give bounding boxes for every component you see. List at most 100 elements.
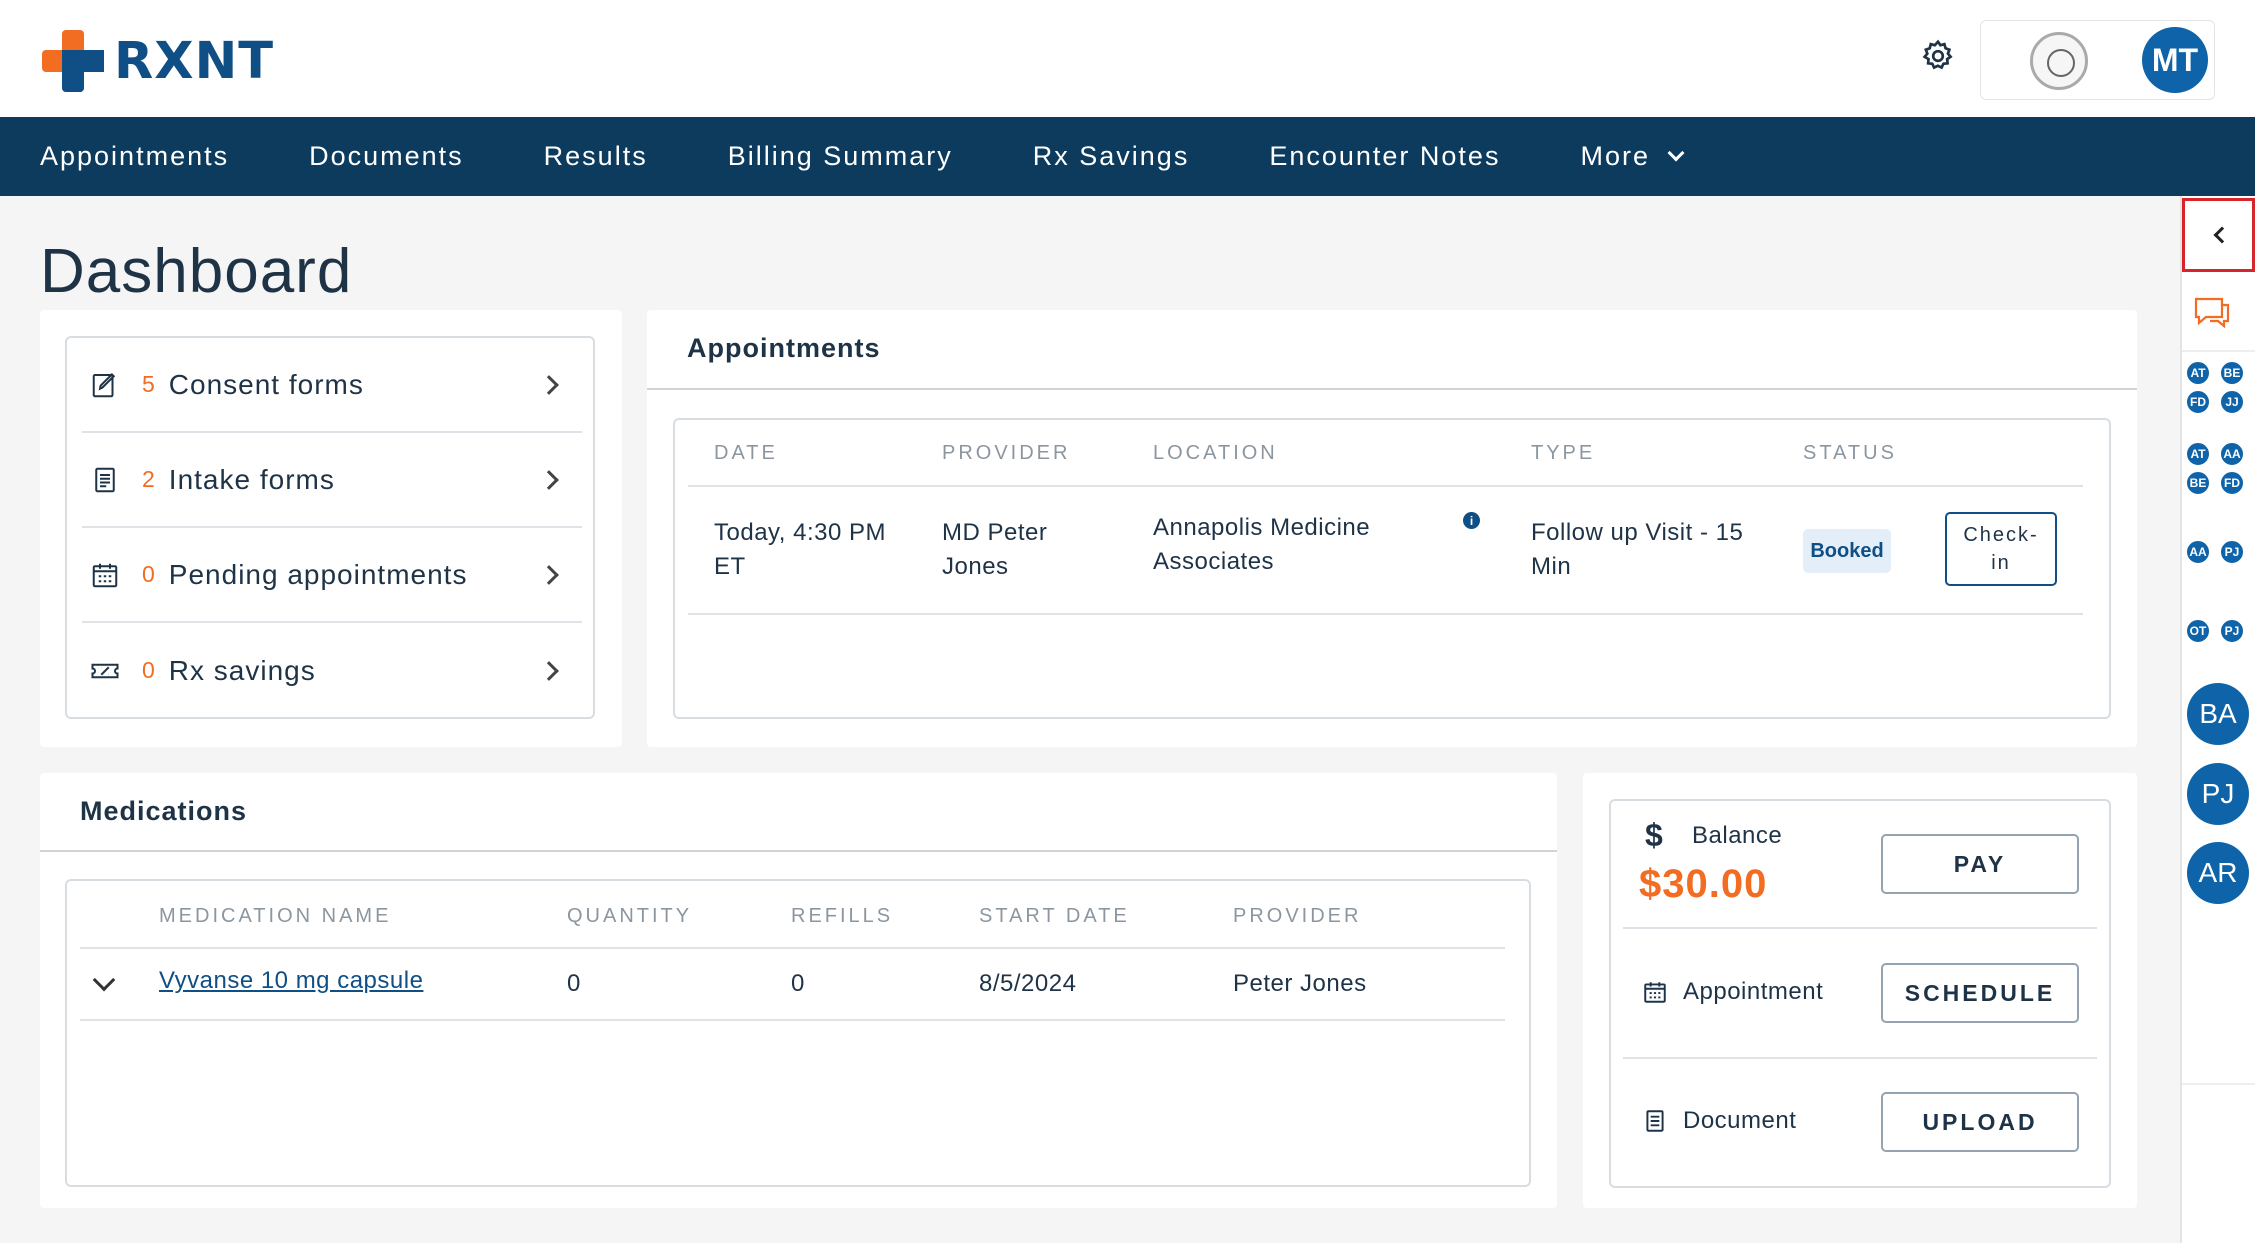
nav-results[interactable]: Results (544, 141, 648, 172)
balance-value: $30.00 (1639, 862, 1768, 906)
pending-appointments-label: Pending appointments (168, 558, 468, 590)
settings-gear-icon[interactable] (1920, 38, 1956, 74)
intake-forms-count: 2 (142, 466, 155, 492)
appointment-type-line2: Min (1531, 553, 1572, 580)
chevron-right-icon (539, 469, 559, 490)
contact-avatar-ba[interactable]: BA (2187, 683, 2249, 745)
appointment-location-line2: Associates (1153, 548, 1275, 575)
quick-links-list: 5 Consent forms 2 Intake forms 0 Pending… (65, 336, 595, 719)
dollar-icon: $ (1645, 817, 1663, 853)
appointment-date-line1: Today, 4:30 PM (714, 519, 886, 546)
pending-appointments-count: 0 (142, 561, 155, 587)
schedule-button[interactable]: SCHEDULE (1881, 963, 2079, 1023)
actions-divider (1623, 1057, 2097, 1059)
appointment-location-line1: Annapolis Medicine (1153, 514, 1371, 541)
medications-title: Medications (80, 796, 248, 826)
quick-link-pending-appointments[interactable]: 0 Pending appointments (82, 528, 582, 623)
appointment-provider-line2: Jones (942, 553, 1009, 580)
collapse-sidebar-button[interactable] (2182, 198, 2255, 272)
contact-avatar-ar[interactable]: AR (2187, 842, 2249, 904)
nav-rx-savings[interactable]: Rx Savings (1033, 141, 1190, 172)
consent-form-icon (92, 372, 116, 397)
check-in-label-line1: Check- (1963, 524, 2039, 546)
group2-avatar-4[interactable]: FD (2219, 470, 2245, 496)
page-title: Dashboard (40, 237, 353, 306)
medication-name-link[interactable]: Vyvanse 10 mg capsule (159, 967, 423, 995)
rx-savings-label: Rx savings (168, 654, 316, 686)
column-header-status: STATUS (1803, 442, 1897, 464)
appointment-type: Follow up Visit - 15 Min (1531, 516, 1743, 584)
nav-documents[interactable]: Documents (309, 141, 464, 172)
quick-link-consent-forms[interactable]: 5 Consent forms (82, 338, 582, 433)
status-badge: Booked (1803, 529, 1891, 573)
chevron-right-icon (539, 374, 559, 395)
contact-avatar-pj[interactable]: PJ (2187, 763, 2249, 825)
actions-divider (1623, 927, 2097, 929)
practice-seal-logo (2030, 32, 2088, 90)
group4-avatar-1[interactable]: OT (2185, 618, 2211, 644)
table-divider (80, 947, 1505, 949)
nav-billing-summary[interactable]: Billing Summary (728, 141, 953, 172)
appointment-provider-line1: MD Peter (942, 519, 1048, 546)
column-header-provider: PROVIDER (942, 442, 1071, 464)
group2-avatar-2[interactable]: AA (2219, 441, 2245, 467)
intake-form-icon (95, 467, 115, 492)
group1-avatar-4[interactable]: JJ (2219, 389, 2245, 415)
group3-avatar-1[interactable]: AA (2185, 539, 2211, 565)
user-avatar[interactable]: MT (2142, 27, 2208, 93)
chevron-down-icon (1667, 144, 1685, 161)
group3-avatar-2[interactable]: PJ (2219, 539, 2245, 565)
rx-savings-count: 0 (142, 657, 155, 683)
table-divider (688, 485, 2083, 487)
nav-encounter-notes[interactable]: Encounter Notes (1269, 141, 1500, 172)
medications-divider (40, 850, 1557, 852)
group1-avatar-1[interactable]: AT (2185, 360, 2211, 386)
medication-provider: Peter Jones (1233, 970, 1367, 997)
appointment-provider: MD Peter Jones (942, 516, 1047, 584)
consent-forms-label: Consent forms (168, 368, 364, 400)
column-header-medication-name: MEDICATION NAME (159, 905, 392, 927)
chevron-left-icon (2213, 226, 2230, 244)
group2-avatar-3[interactable]: BE (2185, 470, 2211, 496)
upload-button[interactable]: UPLOAD (1881, 1092, 2079, 1152)
chevron-right-icon (539, 660, 559, 681)
group1-avatar-2[interactable]: BE (2219, 360, 2245, 386)
nav-appointments[interactable]: Appointments (40, 141, 229, 172)
calendar-icon (92, 563, 118, 587)
location-info-icon[interactable]: i (1463, 512, 1480, 529)
appointment-date: Today, 4:30 PM ET (714, 516, 886, 584)
group2-avatar-1[interactable]: AT (2185, 441, 2211, 467)
table-divider (688, 613, 2083, 615)
main-navigation: Appointments Documents Results Billing S… (0, 117, 2255, 196)
column-header-start-date: START DATE (979, 905, 1130, 927)
brand-name: RXNT (114, 31, 275, 91)
appointment-date-line2: ET (714, 553, 746, 580)
rxnt-logo[interactable]: RXNT (42, 30, 274, 92)
nav-more[interactable]: More (1580, 141, 1685, 172)
quick-link-rx-savings[interactable]: 0 Rx savings (82, 623, 582, 718)
intake-forms-label: Intake forms (168, 463, 335, 495)
chevron-right-icon (539, 564, 559, 585)
group4-avatar-2[interactable]: PJ (2219, 618, 2245, 644)
medication-start-date: 8/5/2024 (979, 970, 1077, 997)
chat-icon[interactable] (2192, 295, 2232, 331)
pay-button[interactable]: PAY (1881, 834, 2079, 894)
medication-refills: 0 (791, 970, 805, 997)
appointment-label: Appointment (1683, 978, 1824, 1005)
quick-link-intake-forms[interactable]: 2 Intake forms (82, 433, 582, 528)
document-icon (1646, 1110, 1664, 1132)
column-header-provider: PROVIDER (1233, 905, 1362, 927)
column-header-date: DATE (714, 442, 778, 464)
table-divider (80, 1019, 1505, 1021)
top-header (0, 0, 2255, 117)
appointment-type-line1: Follow up Visit - 15 (1531, 519, 1744, 546)
rx-savings-icon (91, 663, 119, 678)
appointment-location: Annapolis Medicine Associates (1153, 511, 1370, 579)
nav-more-label: More (1580, 141, 1650, 171)
group1-avatar-3[interactable]: FD (2185, 389, 2211, 415)
appointments-divider (647, 388, 2137, 390)
column-header-type: TYPE (1531, 442, 1596, 464)
check-in-button[interactable]: Check-in (1945, 512, 2057, 586)
column-header-location: LOCATION (1153, 442, 1278, 464)
document-label: Document (1683, 1107, 1797, 1134)
